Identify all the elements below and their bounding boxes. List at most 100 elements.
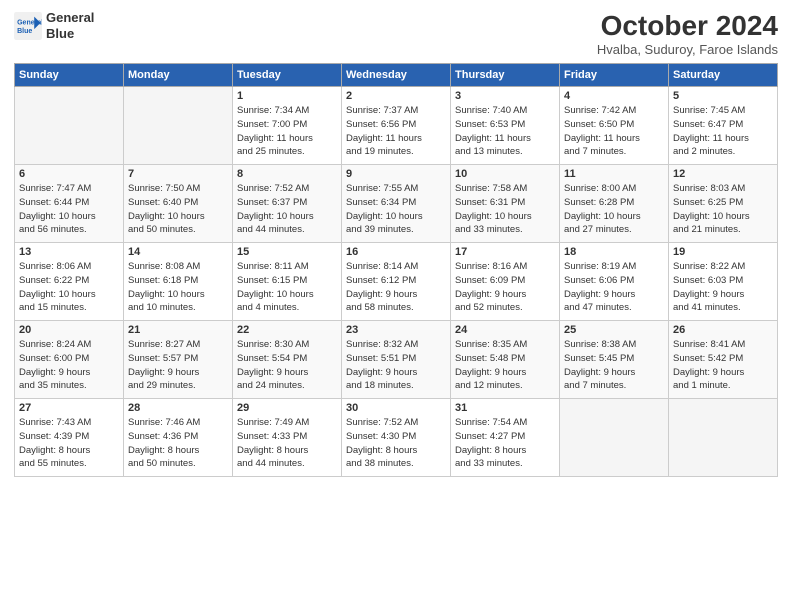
day-number: 15: [237, 246, 337, 258]
day-number: 31: [455, 402, 555, 414]
day-info: Sunrise: 8:16 AM Sunset: 6:09 PM Dayligh…: [455, 260, 555, 315]
day-cell: 4 Sunrise: 7:42 AM Sunset: 6:50 PM Daylig…: [560, 87, 669, 165]
day-cell: 17Sunrise: 8:16 AM Sunset: 6:09 PM Dayli…: [451, 243, 560, 321]
weekday-header-thursday: Thursday: [451, 64, 560, 87]
day-number: 22: [237, 324, 337, 336]
logo-icon: General Blue: [14, 12, 42, 40]
header: General Blue General Blue October 2024 H…: [14, 10, 778, 57]
week-row-2: 6 Sunrise: 7:47 AM Sunset: 6:44 PM Daylig…: [15, 165, 778, 243]
day-number: 13: [19, 246, 119, 258]
day-info: Sunrise: 8:41 AM Sunset: 5:42 PM Dayligh…: [673, 338, 773, 393]
weekday-header-wednesday: Wednesday: [342, 64, 451, 87]
day-number: 19: [673, 246, 773, 258]
day-number: 27: [19, 402, 119, 414]
day-cell: 31 Sunrise: 7:54 AM Sunset: 4:27 PM Dayli…: [451, 399, 560, 477]
day-info: Sunrise: 8:38 AM Sunset: 5:45 PM Dayligh…: [564, 338, 664, 393]
day-info: Sunrise: 8:35 AM Sunset: 5:48 PM Dayligh…: [455, 338, 555, 393]
day-cell: 27 Sunrise: 7:43 AM Sunset: 4:39 PM Dayli…: [15, 399, 124, 477]
day-info: Sunrise: 8:11 AM Sunset: 6:15 PM Dayligh…: [237, 260, 337, 315]
day-cell: 8 Sunrise: 7:52 AM Sunset: 6:37 PM Daylig…: [233, 165, 342, 243]
day-info: Sunrise: 7:45 AM Sunset: 6:47 PM Dayligh…: [673, 104, 773, 159]
day-number: 20: [19, 324, 119, 336]
day-cell: 2Sunrise: 7:37 AM Sunset: 6:56 PM Daylig…: [342, 87, 451, 165]
day-cell: 25 Sunrise: 8:38 AM Sunset: 5:45 PM Dayli…: [560, 321, 669, 399]
calendar-page: General Blue General Blue October 2024 H…: [0, 0, 792, 612]
day-info: Sunrise: 7:47 AM Sunset: 6:44 PM Dayligh…: [19, 182, 119, 237]
day-cell: 15 Sunrise: 8:11 AM Sunset: 6:15 PM Dayli…: [233, 243, 342, 321]
day-number: 29: [237, 402, 337, 414]
day-info: Sunrise: 8:22 AM Sunset: 6:03 PM Dayligh…: [673, 260, 773, 315]
day-info: Sunrise: 7:50 AM Sunset: 6:40 PM Dayligh…: [128, 182, 228, 237]
calendar-table: SundayMondayTuesdayWednesdayThursdayFrid…: [14, 63, 778, 477]
week-row-1: 1Sunrise: 7:34 AM Sunset: 7:00 PM Daylig…: [15, 87, 778, 165]
day-number: 5: [673, 90, 773, 102]
day-number: 9: [346, 168, 446, 180]
day-cell: 10 Sunrise: 7:58 AM Sunset: 6:31 PM Dayli…: [451, 165, 560, 243]
day-cell: [669, 399, 778, 477]
day-cell: [560, 399, 669, 477]
day-info: Sunrise: 8:19 AM Sunset: 6:06 PM Dayligh…: [564, 260, 664, 315]
day-cell: [15, 87, 124, 165]
day-number: 6: [19, 168, 119, 180]
day-info: Sunrise: 8:03 AM Sunset: 6:25 PM Dayligh…: [673, 182, 773, 237]
day-info: Sunrise: 8:00 AM Sunset: 6:28 PM Dayligh…: [564, 182, 664, 237]
day-number: 26: [673, 324, 773, 336]
day-number: 16: [346, 246, 446, 258]
day-number: 21: [128, 324, 228, 336]
day-cell: 18Sunrise: 8:19 AM Sunset: 6:06 PM Dayli…: [560, 243, 669, 321]
logo-general: General: [46, 10, 94, 26]
day-info: Sunrise: 7:55 AM Sunset: 6:34 PM Dayligh…: [346, 182, 446, 237]
svg-text:Blue: Blue: [17, 28, 32, 35]
day-number: 11: [564, 168, 664, 180]
day-info: Sunrise: 7:34 AM Sunset: 7:00 PM Dayligh…: [237, 104, 337, 159]
day-number: 4: [564, 90, 664, 102]
day-info: Sunrise: 7:42 AM Sunset: 6:50 PM Dayligh…: [564, 104, 664, 159]
day-number: 25: [564, 324, 664, 336]
day-info: Sunrise: 7:52 AM Sunset: 4:30 PM Dayligh…: [346, 416, 446, 471]
weekday-header-saturday: Saturday: [669, 64, 778, 87]
day-info: Sunrise: 8:27 AM Sunset: 5:57 PM Dayligh…: [128, 338, 228, 393]
weekday-header-friday: Friday: [560, 64, 669, 87]
day-number: 28: [128, 402, 228, 414]
day-number: 2: [346, 90, 446, 102]
day-cell: 11 Sunrise: 8:00 AM Sunset: 6:28 PM Dayli…: [560, 165, 669, 243]
day-cell: 22Sunrise: 8:30 AM Sunset: 5:54 PM Dayli…: [233, 321, 342, 399]
week-row-5: 27 Sunrise: 7:43 AM Sunset: 4:39 PM Dayli…: [15, 399, 778, 477]
day-cell: 16Sunrise: 8:14 AM Sunset: 6:12 PM Dayli…: [342, 243, 451, 321]
day-cell: 19 Sunrise: 8:22 AM Sunset: 6:03 PM Dayli…: [669, 243, 778, 321]
day-cell: 7 Sunrise: 7:50 AM Sunset: 6:40 PM Daylig…: [124, 165, 233, 243]
logo: General Blue General Blue: [14, 10, 94, 41]
day-info: Sunrise: 8:32 AM Sunset: 5:51 PM Dayligh…: [346, 338, 446, 393]
weekday-header-monday: Monday: [124, 64, 233, 87]
day-cell: 29Sunrise: 7:49 AM Sunset: 4:33 PM Dayli…: [233, 399, 342, 477]
day-number: 24: [455, 324, 555, 336]
day-cell: 6 Sunrise: 7:47 AM Sunset: 6:44 PM Daylig…: [15, 165, 124, 243]
day-info: Sunrise: 8:08 AM Sunset: 6:18 PM Dayligh…: [128, 260, 228, 315]
day-number: 3: [455, 90, 555, 102]
day-info: Sunrise: 7:46 AM Sunset: 4:36 PM Dayligh…: [128, 416, 228, 471]
day-number: 12: [673, 168, 773, 180]
day-cell: 28 Sunrise: 7:46 AM Sunset: 4:36 PM Dayli…: [124, 399, 233, 477]
title-block: October 2024 Hvalba, Suduroy, Faroe Isla…: [597, 10, 778, 57]
day-info: Sunrise: 8:24 AM Sunset: 6:00 PM Dayligh…: [19, 338, 119, 393]
day-info: Sunrise: 7:58 AM Sunset: 6:31 PM Dayligh…: [455, 182, 555, 237]
day-cell: 12 Sunrise: 8:03 AM Sunset: 6:25 PM Dayli…: [669, 165, 778, 243]
day-number: 10: [455, 168, 555, 180]
day-info: Sunrise: 8:06 AM Sunset: 6:22 PM Dayligh…: [19, 260, 119, 315]
weekday-header-sunday: Sunday: [15, 64, 124, 87]
day-cell: 30Sunrise: 7:52 AM Sunset: 4:30 PM Dayli…: [342, 399, 451, 477]
day-cell: 3Sunrise: 7:40 AM Sunset: 6:53 PM Daylig…: [451, 87, 560, 165]
location-subtitle: Hvalba, Suduroy, Faroe Islands: [597, 42, 778, 57]
day-info: Sunrise: 7:52 AM Sunset: 6:37 PM Dayligh…: [237, 182, 337, 237]
day-cell: 20 Sunrise: 8:24 AM Sunset: 6:00 PM Dayli…: [15, 321, 124, 399]
day-number: 14: [128, 246, 228, 258]
day-cell: 26 Sunrise: 8:41 AM Sunset: 5:42 PM Dayli…: [669, 321, 778, 399]
day-cell: 1Sunrise: 7:34 AM Sunset: 7:00 PM Daylig…: [233, 87, 342, 165]
day-number: 8: [237, 168, 337, 180]
day-number: 7: [128, 168, 228, 180]
day-cell: [124, 87, 233, 165]
logo-blue: Blue: [46, 26, 94, 42]
day-cell: 14 Sunrise: 8:08 AM Sunset: 6:18 PM Dayli…: [124, 243, 233, 321]
day-info: Sunrise: 7:54 AM Sunset: 4:27 PM Dayligh…: [455, 416, 555, 471]
day-info: Sunrise: 7:43 AM Sunset: 4:39 PM Dayligh…: [19, 416, 119, 471]
